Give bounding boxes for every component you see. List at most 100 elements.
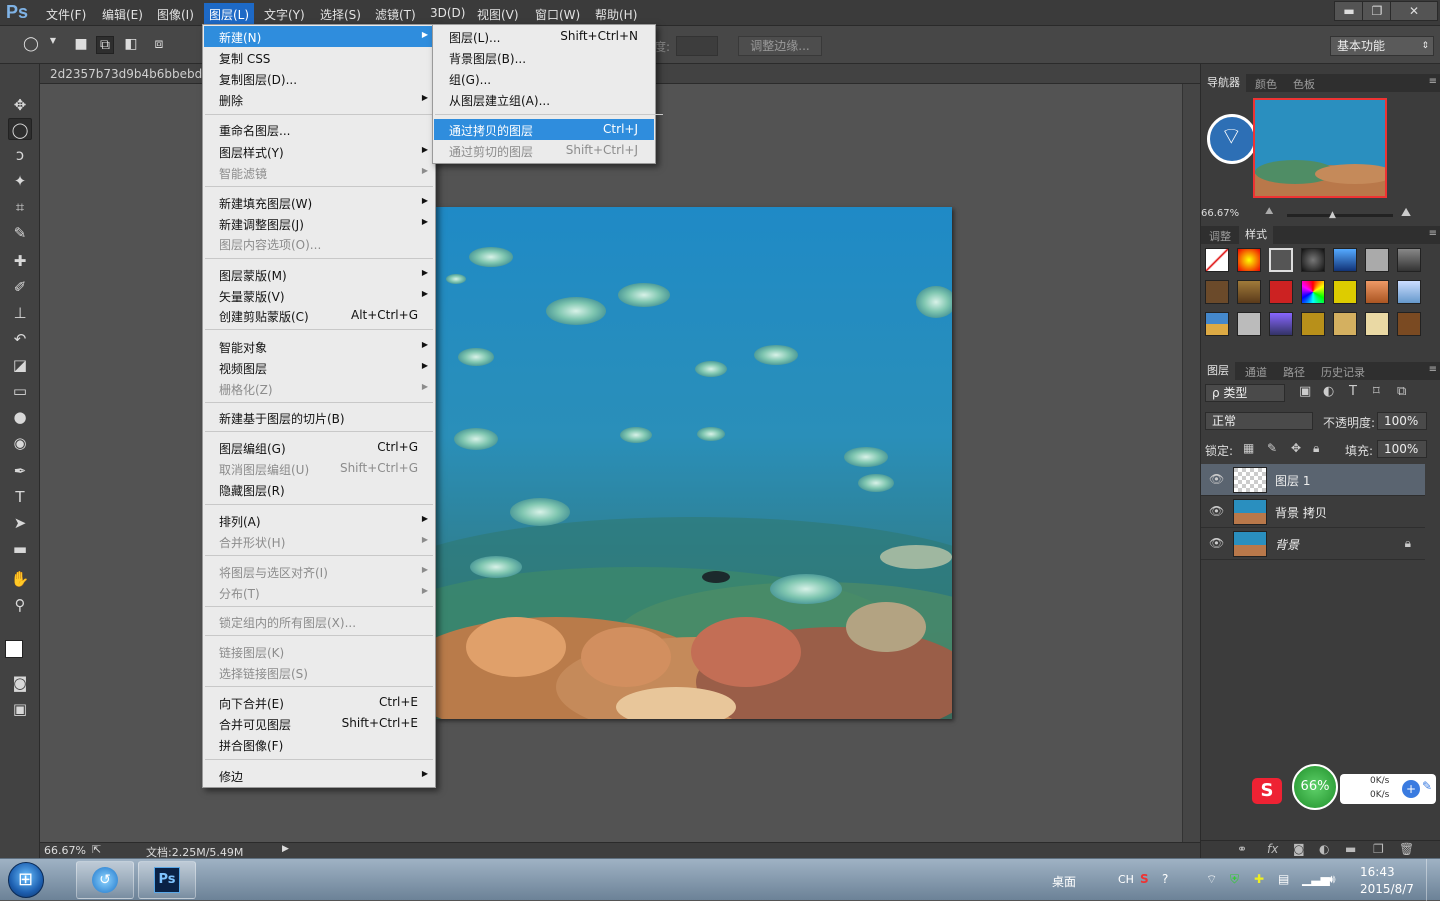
menu-item-align-to-selection[interactable]: 将图层与选区对齐(I) ▶ (204, 561, 434, 582)
healing-brush-tool-icon[interactable]: ✚ (8, 250, 32, 272)
foreground-color-swatch[interactable] (5, 640, 23, 658)
menu-item-new[interactable]: 新建(N) ▶ (204, 26, 434, 47)
panel-menu-icon[interactable]: ≡ (1429, 76, 1437, 87)
blend-mode-select[interactable]: 正常 (1205, 412, 1313, 430)
brush-tool-icon[interactable]: ✐ (8, 276, 32, 298)
eraser-tool-icon[interactable]: ◪ (8, 354, 32, 376)
menu-select[interactable]: 选择(S) (320, 6, 361, 23)
menu-edit[interactable]: 编辑(E) (102, 6, 143, 23)
style-swatch[interactable] (1269, 280, 1293, 304)
menu-image[interactable]: 图像(I) (157, 6, 194, 23)
lock-transparent-icon[interactable]: ▦ (1243, 441, 1254, 455)
crop-tool-icon[interactable]: ⌗ (8, 196, 32, 218)
magic-wand-tool-icon[interactable]: ✦ (8, 170, 32, 192)
style-swatch[interactable] (1301, 248, 1325, 272)
network-tray-icon[interactable]: ▤ (1278, 872, 1289, 886)
menu-item-ungroup-layers[interactable]: 取消图层编组(U) Shift+Ctrl+G (204, 458, 434, 479)
zoom-in-icon[interactable]: ⛰ (1401, 205, 1411, 220)
style-swatch[interactable] (1333, 312, 1357, 336)
clone-stamp-tool-icon[interactable]: ⊥ (8, 302, 32, 324)
shape-tool-icon[interactable]: ▬ (8, 538, 32, 560)
minimize-button[interactable]: ▬ (1334, 1, 1364, 21)
filter-smart-object-icon[interactable]: ⧉ (1397, 384, 1406, 399)
style-swatch[interactable] (1205, 248, 1229, 272)
workspace-select[interactable]: 基本功能 ⇕ (1330, 36, 1434, 56)
panel-menu-icon[interactable]: ≡ (1429, 228, 1437, 239)
fx-icon[interactable]: fx (1267, 842, 1278, 856)
style-swatch[interactable] (1301, 280, 1325, 304)
fill-input[interactable]: 100% (1377, 440, 1427, 458)
menu-item-arrange[interactable]: 排列(A) ▶ (204, 510, 434, 531)
style-swatch[interactable] (1397, 280, 1421, 304)
style-swatch[interactable] (1205, 312, 1229, 336)
panel-menu-icon[interactable]: ≡ (1429, 364, 1437, 375)
style-swatch[interactable] (1301, 312, 1325, 336)
menu-window[interactable]: 窗口(W) (535, 6, 580, 23)
export-icon[interactable]: ⇱ (92, 843, 101, 856)
tab-styles[interactable]: 样式 (1239, 226, 1273, 244)
clock-time[interactable]: 16:43 (1360, 865, 1395, 879)
menu-layer[interactable]: 图层(L) (204, 3, 255, 26)
lasso-tool-icon[interactable]: ↄ (8, 144, 32, 166)
mask-icon[interactable]: ◙ (1293, 842, 1305, 856)
status-menu-arrow-icon[interactable]: ▶ (282, 844, 289, 854)
taskbar-app-browser[interactable]: ↺ (76, 861, 134, 899)
document-tab[interactable]: 2d2357b73d9b4b6bbebd1 (50, 67, 212, 84)
menu-item-matting[interactable]: 修边 ▶ (204, 765, 434, 786)
security-tray-icon[interactable]: ✚ (1254, 872, 1264, 886)
plus-icon[interactable]: + (1402, 780, 1420, 798)
eye-icon[interactable]: 👁︎ (1209, 536, 1224, 550)
move-tool-icon[interactable]: ✥ (8, 94, 32, 116)
style-swatch[interactable] (1333, 280, 1357, 304)
menu-item-merge-visible[interactable]: 合并可见图层 Shift+Ctrl+E (204, 713, 434, 734)
close-button[interactable]: ✕ (1390, 1, 1438, 21)
layer-name[interactable]: 背景 拷贝 (1275, 504, 1327, 521)
history-brush-tool-icon[interactable]: ↶ (8, 328, 32, 350)
ime-indicator[interactable]: CH (1118, 873, 1134, 886)
clock-date[interactable]: 2015/8/7 (1360, 882, 1414, 896)
blur-tool-icon[interactable]: ● (8, 406, 32, 428)
menu-item-copy-css[interactable]: 复制 CSS (204, 47, 434, 68)
add-selection-icon[interactable]: ⧉ (96, 36, 114, 54)
show-desktop-button[interactable] (1426, 859, 1440, 901)
filter-pixel-icon[interactable]: ▣ (1299, 384, 1311, 399)
opacity-input[interactable]: 100% (1377, 412, 1427, 430)
hand-tool-icon[interactable]: ✋ (8, 568, 32, 590)
eye-icon[interactable]: 👁︎ (1209, 504, 1224, 518)
menu-item-delete[interactable]: 删除 ▶ (204, 89, 434, 110)
zoom-tool-icon[interactable]: ⚲ (8, 594, 32, 616)
taskbar-app-photoshop[interactable]: Ps (138, 861, 196, 899)
style-swatch[interactable] (1397, 312, 1421, 336)
tab-navigator[interactable]: 导航器 (1201, 74, 1246, 92)
menu-help[interactable]: 帮助(H) (595, 6, 637, 23)
style-swatch[interactable] (1397, 248, 1421, 272)
menu-item-link-layers[interactable]: 链接图层(K) (204, 641, 434, 662)
menu-3d[interactable]: 3D(D) (430, 6, 465, 20)
layer-name[interactable]: 背景 (1275, 536, 1299, 553)
menu-item-new-layer-based-slice[interactable]: 新建基于图层的切片(B) (204, 407, 434, 428)
eye-icon[interactable]: 👁︎ (1209, 472, 1224, 486)
menu-view[interactable]: 视图(V) (477, 6, 519, 23)
menu-item-lock-all-layers-in-group[interactable]: 锁定组内的所有图层(X)... (204, 611, 434, 632)
folder-icon[interactable]: ▬ (1345, 842, 1356, 856)
volume-tray-icon[interactable]: 🔊︎ (1328, 872, 1336, 887)
screen-mode-icon[interactable]: ▣ (8, 698, 32, 720)
style-swatch[interactable] (1205, 280, 1229, 304)
layer-row-layer1[interactable]: 👁︎ 图层 1 (1201, 464, 1425, 496)
filter-type-icon[interactable]: T (1349, 384, 1357, 399)
style-swatch[interactable] (1333, 248, 1357, 272)
layer-row-background-copy[interactable]: 👁︎ 背景 拷贝 (1201, 496, 1425, 528)
refine-edge-button[interactable]: 调整边缘... (738, 36, 822, 56)
layer-kind-filter[interactable]: ρ 类型 (1205, 384, 1285, 402)
submenu-item-layer[interactable]: 图层(L)... Shift+Ctrl+N (434, 26, 654, 47)
menu-type[interactable]: 文字(Y) (264, 6, 305, 23)
menu-item-new-adjustment-layer[interactable]: 新建调整图层(J) ▶ (204, 213, 434, 234)
menu-item-video-layer[interactable]: 视频图层 ▶ (204, 357, 434, 378)
menu-item-duplicate-layer[interactable]: 复制图层(D)... (204, 68, 434, 89)
lock-all-icon[interactable]: 🔒︎ (1313, 441, 1319, 456)
network-speed-widget[interactable]: S 66% 0K/s 0K/s + ✎ (1252, 764, 1438, 812)
ellipse-marquee-tool-icon[interactable]: ◯ (8, 118, 32, 140)
pen-tool-icon[interactable]: ✒ (8, 460, 32, 482)
menu-item-create-clipping-mask[interactable]: 创建剪贴蒙版(C) Alt+Ctrl+G (204, 305, 434, 326)
zoom-out-icon[interactable]: ⛰ (1265, 206, 1273, 217)
